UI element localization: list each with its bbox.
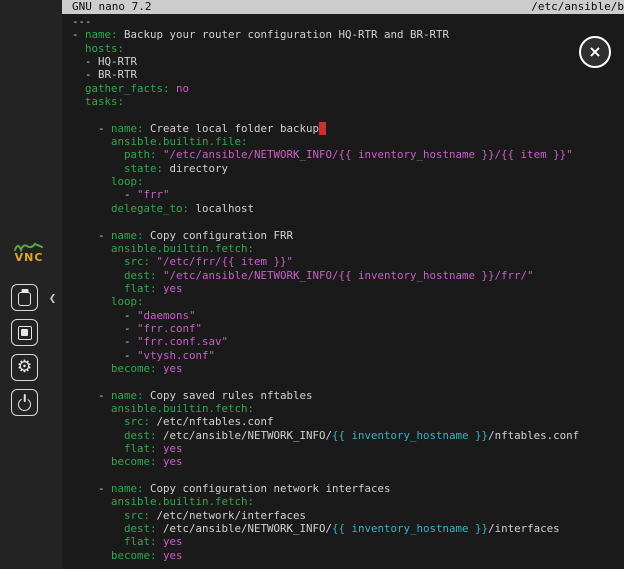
power-icon bbox=[18, 398, 31, 411]
file-path: /etc/ansible/b bbox=[531, 0, 624, 14]
editor-line: dest: /etc/ansible/NETWORK_INFO/{{ inven… bbox=[72, 429, 624, 442]
editor-line: --- bbox=[72, 15, 624, 28]
editor-line: become: yes bbox=[72, 455, 624, 468]
editor-line: - name: Create local folder backup bbox=[72, 122, 624, 135]
editor-line: state: directory bbox=[72, 162, 624, 175]
editor-line: - "vtysh.conf" bbox=[72, 349, 624, 362]
editor-line: delegate_to: localhost bbox=[72, 202, 624, 215]
editor-line: - name: Backup your router configuration… bbox=[72, 28, 624, 41]
editor-line: src: /etc/network/interfaces bbox=[72, 509, 624, 522]
fullscreen-icon bbox=[18, 326, 32, 340]
clipboard-icon bbox=[18, 292, 31, 306]
editor-line: dest: "/etc/ansible/NETWORK_INFO/{{ inve… bbox=[72, 269, 624, 282]
editor-line: path: "/etc/ansible/NETWORK_INFO/{{ inve… bbox=[72, 148, 624, 161]
screen: VNC ⚙ ❮ GNU nano 7.2 /etc/ansible/b ----… bbox=[0, 0, 624, 569]
control-buttons: ⚙ bbox=[11, 284, 38, 416]
editor-line bbox=[72, 108, 624, 121]
gear-icon: ⚙ bbox=[17, 359, 32, 376]
chevron-left-icon: ❮ bbox=[49, 294, 57, 304]
editor-line: loop: bbox=[72, 175, 624, 188]
editor-line: flat: yes bbox=[72, 282, 624, 295]
terminal-window[interactable]: GNU nano 7.2 /etc/ansible/b ---- name: B… bbox=[62, 0, 624, 569]
editor-line: - "frr.conf" bbox=[72, 322, 624, 335]
editor-line: src: "/etc/frr/{{ item }}" bbox=[72, 255, 624, 268]
vnc-logo-text: VNC bbox=[8, 252, 50, 263]
editor-line: hosts: bbox=[72, 42, 624, 55]
editor-line: flat: yes bbox=[72, 535, 624, 548]
close-button[interactable]: × bbox=[579, 36, 611, 68]
editor-line bbox=[72, 215, 624, 228]
editor-line: - name: Copy configuration FRR bbox=[72, 229, 624, 242]
editor-line: loop: bbox=[72, 295, 624, 308]
editor-line bbox=[72, 375, 624, 388]
editor-line: - "frr" bbox=[72, 188, 624, 201]
editor-line: ansible.builtin.fetch: bbox=[72, 402, 624, 415]
editor-line: src: /etc/nftables.conf bbox=[72, 415, 624, 428]
editor-line: ansible.builtin.fetch: bbox=[72, 242, 624, 255]
fullscreen-button[interactable] bbox=[11, 319, 38, 346]
editor[interactable]: ---- name: Backup your router configurat… bbox=[62, 14, 624, 562]
control-bar-handle[interactable]: ❮ bbox=[46, 288, 59, 310]
editor-line: - "frr.conf.sav" bbox=[72, 335, 624, 348]
settings-button[interactable]: ⚙ bbox=[11, 354, 38, 381]
vnc-logo: VNC bbox=[8, 241, 50, 263]
editor-line: flat: yes bbox=[72, 442, 624, 455]
editor-line: - "daemons" bbox=[72, 309, 624, 322]
editor-line: become: yes bbox=[72, 362, 624, 375]
editor-line: - HQ-RTR bbox=[72, 55, 624, 68]
clipboard-button[interactable] bbox=[11, 284, 38, 311]
editor-line: ansible.builtin.file: bbox=[72, 135, 624, 148]
vnc-control-bar: VNC ⚙ ❮ bbox=[0, 0, 62, 569]
editor-line: ansible.builtin.fetch: bbox=[72, 495, 624, 508]
nano-version: GNU nano 7.2 bbox=[72, 0, 151, 14]
close-icon: × bbox=[588, 44, 601, 60]
editor-line: - BR-RTR bbox=[72, 68, 624, 81]
editor-line: gather_facts: no bbox=[72, 82, 624, 95]
editor-line bbox=[72, 469, 624, 482]
nano-titlebar: GNU nano 7.2 /etc/ansible/b bbox=[62, 0, 624, 14]
editor-line: - name: Copy configuration network inter… bbox=[72, 482, 624, 495]
editor-line: - name: Copy saved rules nftables bbox=[72, 389, 624, 402]
power-button[interactable] bbox=[11, 389, 38, 416]
editor-line: become: yes bbox=[72, 549, 624, 562]
editor-line: dest: /etc/ansible/NETWORK_INFO/{{ inven… bbox=[72, 522, 624, 535]
editor-line: tasks: bbox=[72, 95, 624, 108]
